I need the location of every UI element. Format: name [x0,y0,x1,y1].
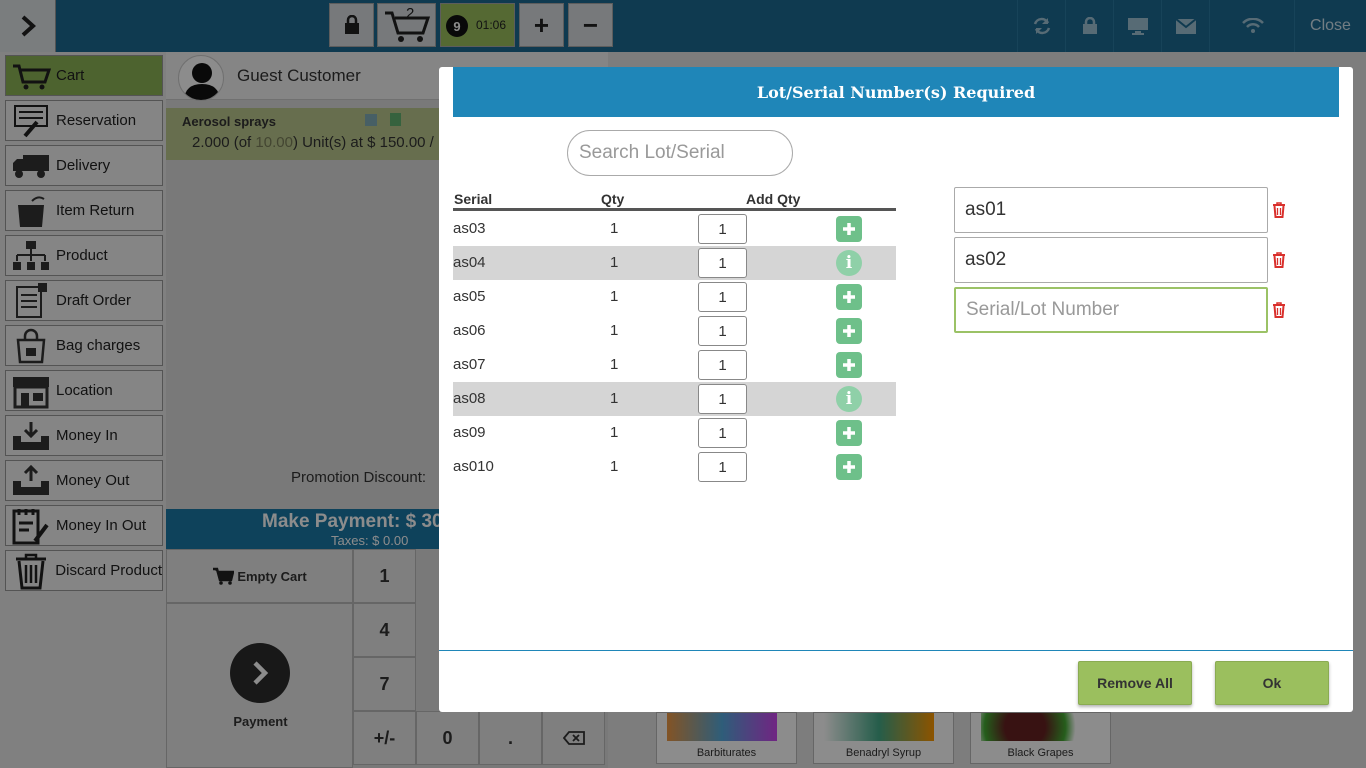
serial-cell: as010 [453,458,494,475]
add-qty-input[interactable] [698,384,747,414]
plus-icon [843,291,855,303]
qty-cell: 1 [610,220,619,237]
serial-cell: as06 [453,322,486,339]
delete-serial-icon[interactable] [1271,302,1287,318]
qty-cell: 1 [610,288,619,305]
add-serial-button[interactable] [836,216,862,242]
plus-icon [843,461,855,473]
qty-cell: 1 [610,254,619,271]
plus-icon [843,359,855,371]
serial-cell: as09 [453,424,486,441]
remove-all-button[interactable]: Remove All [1078,661,1192,705]
qty-cell: 1 [610,356,619,373]
ok-button[interactable]: Ok [1215,661,1329,705]
lot-serial-modal: Lot/Serial Number(s) Required Serial Qty… [439,67,1353,712]
table-row: as06 1 [453,314,896,348]
modal-footer-divider [439,650,1353,651]
new-serial-number-field[interactable] [954,287,1268,333]
qty-cell: 1 [610,322,619,339]
table-row: as09 1 [453,416,896,450]
table-row: as03 1 [453,212,896,246]
table-row: as08 1 i [453,382,896,416]
table-row: as07 1 [453,348,896,382]
delete-serial-icon[interactable] [1271,252,1287,268]
plus-icon [843,223,855,235]
qty-cell: 1 [610,458,619,475]
serial-cell: as08 [453,390,486,407]
serial-cell: as04 [453,254,486,271]
table-row: as04 1 i [453,246,896,280]
delete-serial-icon[interactable] [1271,202,1287,218]
modal-title: Lot/Serial Number(s) Required [453,67,1339,117]
add-serial-button[interactable] [836,454,862,480]
column-header-add-qty: Add Qty [746,191,801,207]
add-qty-input[interactable] [698,418,747,448]
add-serial-button[interactable] [836,352,862,378]
table-row: as05 1 [453,280,896,314]
serial-cell: as05 [453,288,486,305]
plus-icon [843,427,855,439]
serial-cell: as07 [453,356,486,373]
add-serial-button[interactable] [836,318,862,344]
add-serial-button[interactable] [836,284,862,310]
add-qty-input[interactable] [698,452,747,482]
info-icon[interactable]: i [836,250,862,276]
add-qty-input[interactable] [698,214,747,244]
add-qty-input[interactable] [698,350,747,380]
info-icon[interactable]: i [836,386,862,412]
serial-cell: as03 [453,220,486,237]
add-qty-input[interactable] [698,316,747,346]
add-qty-input[interactable] [698,248,747,278]
add-qty-input[interactable] [698,282,747,312]
search-lot-serial-input[interactable] [567,130,793,176]
qty-cell: 1 [610,390,619,407]
serial-number-field[interactable] [954,237,1268,283]
add-serial-button[interactable] [836,420,862,446]
plus-icon [843,325,855,337]
column-header-serial: Serial [454,191,493,207]
column-header-qty: Qty [601,191,625,207]
qty-cell: 1 [610,424,619,441]
table-header: Serial Qty Add Qty [453,187,896,211]
table-row: as010 1 [453,450,896,484]
serial-number-field[interactable] [954,187,1268,233]
